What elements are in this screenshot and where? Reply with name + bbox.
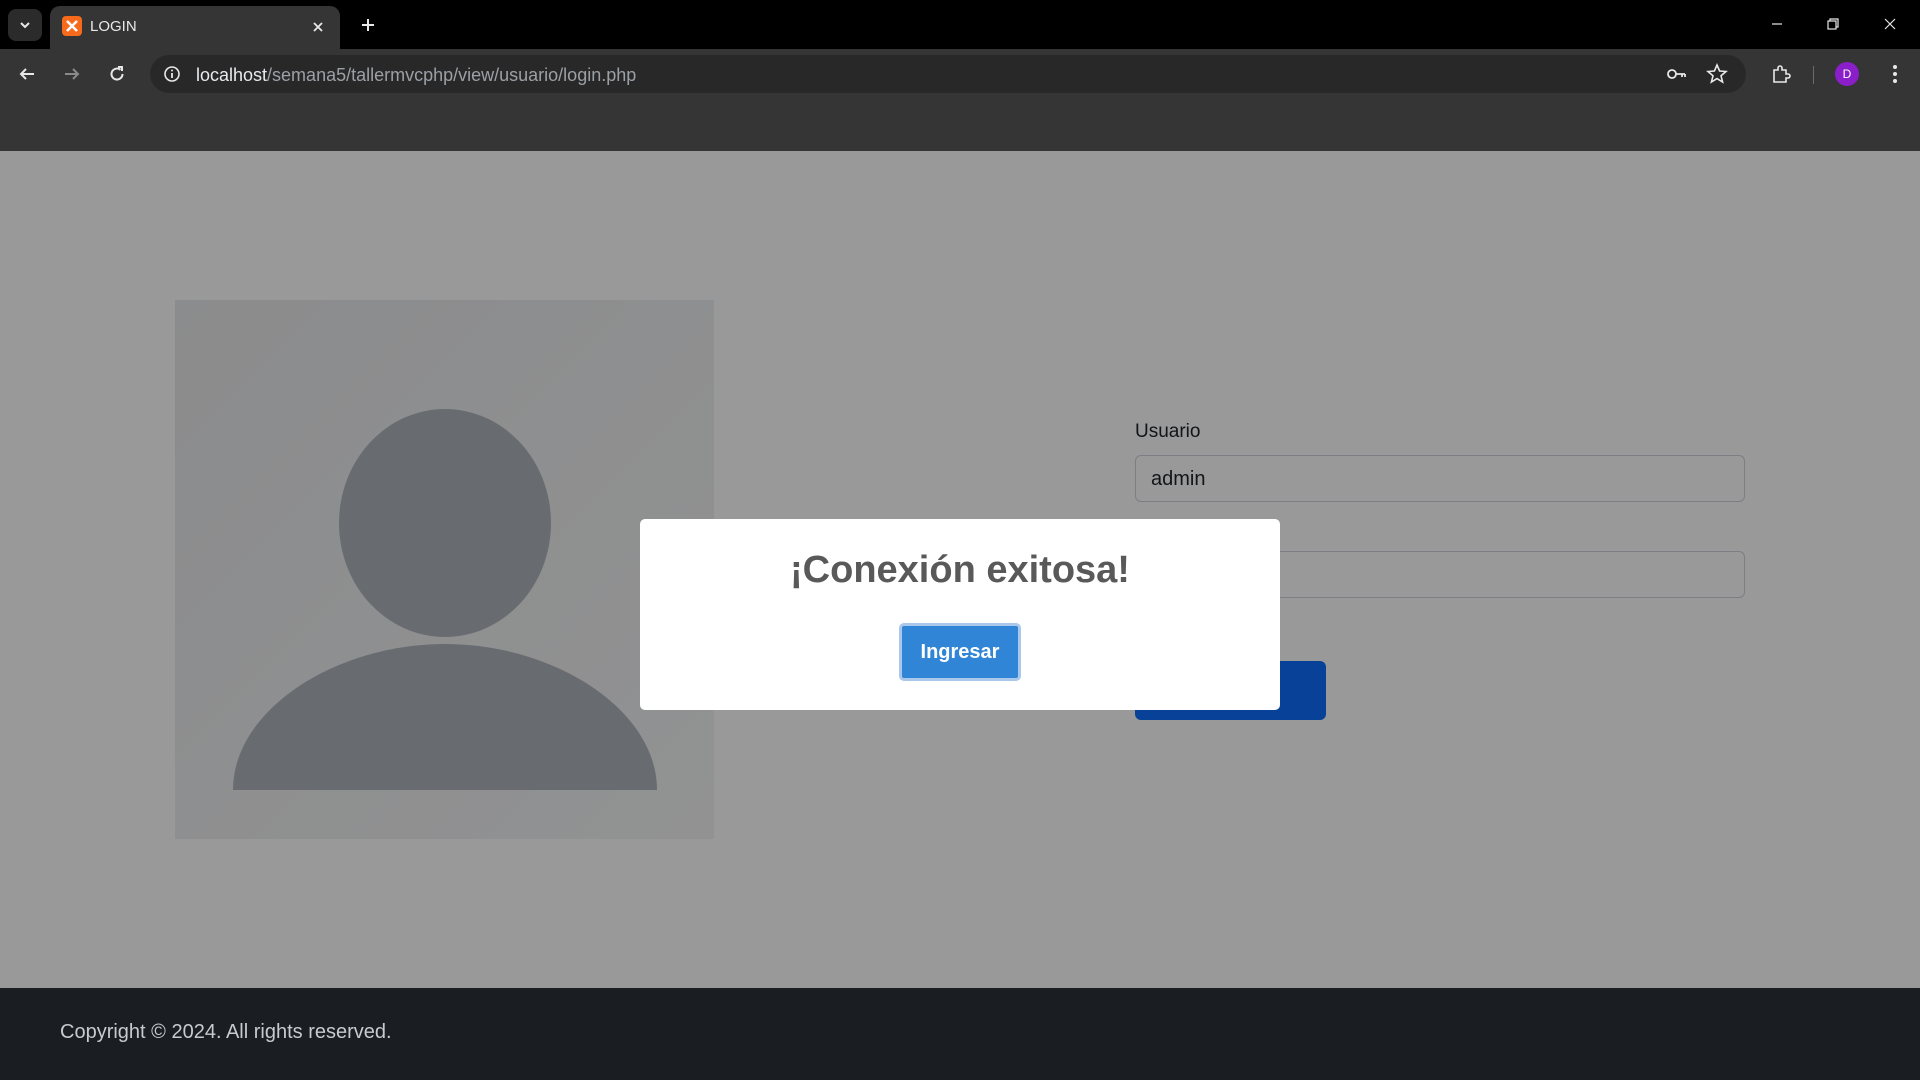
browser-menu-icon[interactable] — [1880, 59, 1910, 89]
success-alert-dialog: ¡Conexión exitosa! Ingresar — [640, 519, 1280, 710]
browser-tab-bar: LOGIN — [0, 0, 1920, 49]
reload-icon — [110, 66, 124, 81]
copyright-text: Copyright © 2024. All rights reserved. — [60, 1021, 392, 1043]
xampp-favicon-icon — [62, 16, 82, 36]
extensions-puzzle-icon[interactable] — [1766, 59, 1796, 89]
page-navbar — [0, 99, 1920, 151]
tab-title: LOGIN — [90, 18, 137, 35]
restore-button[interactable] — [1811, 6, 1855, 42]
arrow-right-icon — [65, 68, 80, 80]
restore-icon — [1827, 18, 1839, 30]
url-text[interactable]: localhost/semana5/tallermvcphp/view/usua… — [196, 65, 636, 86]
alert-title: ¡Conexión exitosa! — [790, 549, 1130, 591]
ingresar-button[interactable]: Ingresar — [899, 623, 1021, 681]
address-bar[interactable]: localhost/semana5/tallermvcphp/view/usua… — [150, 55, 1746, 93]
toolbar-divider — [1813, 66, 1814, 84]
tab-close-icon[interactable] — [306, 15, 330, 39]
bookmark-star-icon[interactable] — [1705, 62, 1729, 86]
url-host: localhost — [196, 65, 268, 85]
arrow-left-icon — [19, 68, 34, 80]
profile-avatar[interactable]: D — [1835, 62, 1859, 86]
footer: Copyright © 2024. All rights reserved. — [0, 988, 1920, 1080]
site-info-icon[interactable] — [160, 62, 184, 86]
back-button[interactable] — [11, 58, 43, 90]
forward-button[interactable] — [56, 58, 88, 90]
browser-tab[interactable]: LOGIN — [50, 6, 340, 49]
close-window-button[interactable] — [1868, 6, 1912, 42]
chevron-down-icon — [20, 22, 30, 29]
close-icon — [1884, 18, 1896, 30]
browser-toolbar: localhost/semana5/tallermvcphp/view/usua… — [0, 49, 1920, 99]
reload-button[interactable] — [101, 58, 133, 90]
minimize-button[interactable] — [1755, 6, 1799, 42]
password-key-icon[interactable] — [1664, 62, 1688, 86]
plus-icon — [362, 19, 374, 31]
minimize-icon — [1772, 23, 1782, 25]
tab-search-button[interactable] — [8, 9, 42, 41]
url-path: /semana5/tallermvcphp/view/usuario/login… — [267, 65, 637, 85]
new-tab-button[interactable] — [352, 9, 384, 41]
